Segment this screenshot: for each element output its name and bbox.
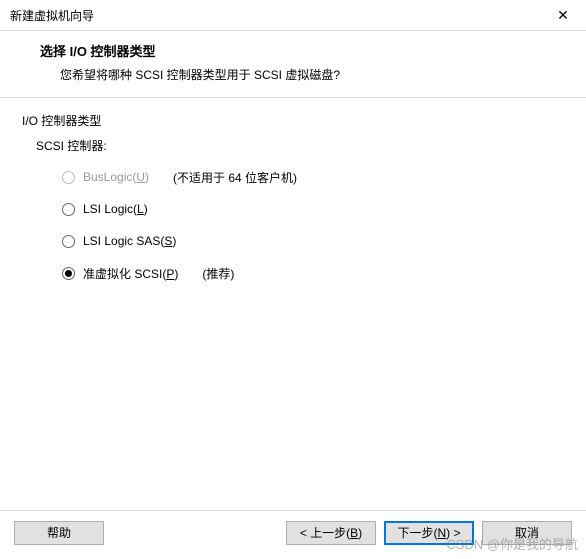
option-pvscsi-label: 准虚拟化 SCSI(P) [83,265,178,282]
option-pvscsi-note: (推荐) [202,265,234,282]
next-button[interactable]: 下一步(N) > [384,521,474,545]
cancel-button[interactable]: 取消 [482,521,572,545]
wizard-header: 选择 I/O 控制器类型 您希望将哪种 SCSI 控制器类型用于 SCSI 虚拟… [0,31,586,98]
wizard-footer: 帮助 < 上一步(B) 下一步(N) > 取消 [0,510,586,559]
titlebar: 新建虚拟机向导 ✕ [0,0,586,31]
option-buslogic: BusLogic(U) (不适用于 64 位客户机) [62,168,564,186]
option-lsisas-label: LSI Logic SAS(S) [83,234,176,248]
group-title: I/O 控制器类型 [22,112,564,129]
close-icon: ✕ [557,8,569,22]
group-subtitle: SCSI 控制器: [36,137,564,154]
controller-options: BusLogic(U) (不适用于 64 位客户机) LSI Logic(L) … [62,168,564,282]
option-lsilogic[interactable]: LSI Logic(L) [62,200,564,218]
radio-pvscsi[interactable] [62,267,75,280]
option-buslogic-note: (不适用于 64 位客户机) [173,169,297,186]
option-buslogic-label: BusLogic(U) [83,170,149,184]
page-subtitle: 您希望将哪种 SCSI 控制器类型用于 SCSI 虚拟磁盘? [40,66,562,83]
window-title: 新建虚拟机向导 [10,7,94,24]
option-lsilogic-label: LSI Logic(L) [83,202,148,216]
radio-lsisas[interactable] [62,235,75,248]
option-lsisas[interactable]: LSI Logic SAS(S) [62,232,564,250]
close-button[interactable]: ✕ [550,6,576,24]
wizard-window: 新建虚拟机向导 ✕ 选择 I/O 控制器类型 您希望将哪种 SCSI 控制器类型… [0,0,586,559]
nav-buttons: < 上一步(B) 下一步(N) > 取消 [286,521,572,545]
wizard-body: I/O 控制器类型 SCSI 控制器: BusLogic(U) (不适用于 64… [0,98,586,510]
option-pvscsi[interactable]: 准虚拟化 SCSI(P) (推荐) [62,264,564,282]
back-button[interactable]: < 上一步(B) [286,521,376,545]
radio-buslogic [62,171,75,184]
help-button[interactable]: 帮助 [14,521,104,545]
radio-lsilogic[interactable] [62,203,75,216]
page-title: 选择 I/O 控制器类型 [40,41,562,60]
